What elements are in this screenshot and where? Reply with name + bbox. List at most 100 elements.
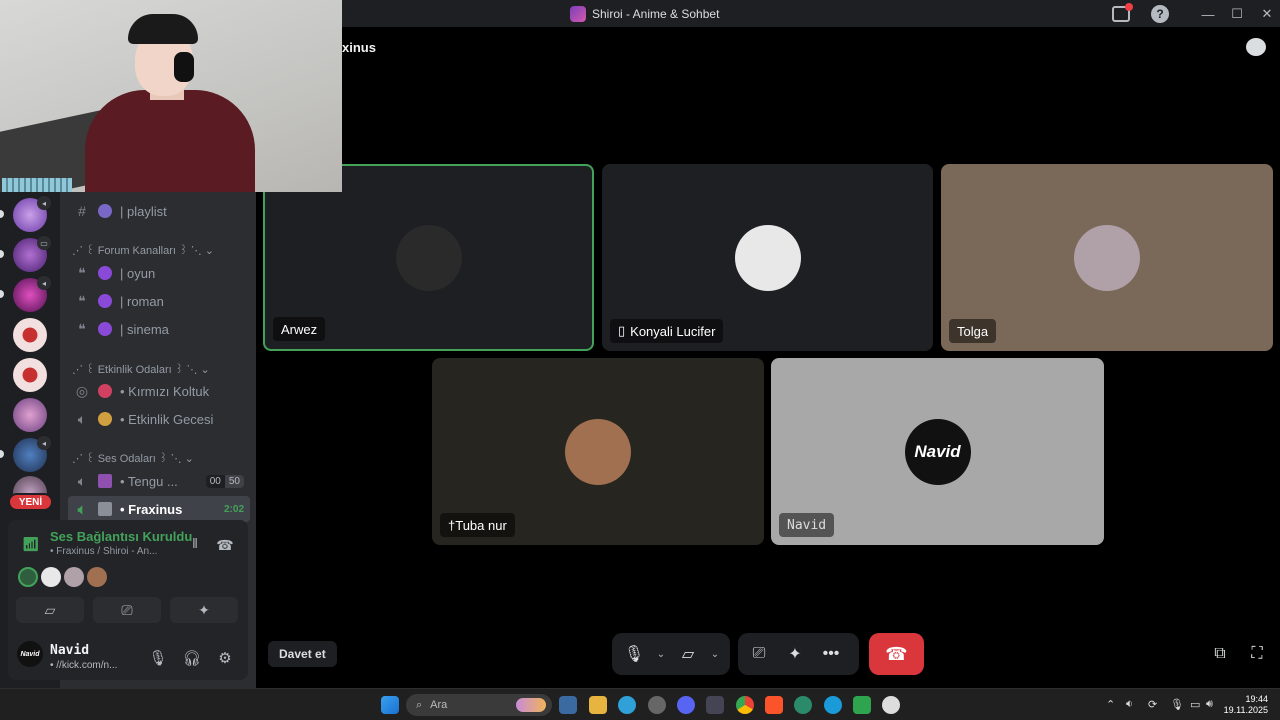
fullscreen-icon[interactable]: ⛶ — [1247, 645, 1267, 663]
disconnect-button[interactable]: ☎ — [869, 633, 924, 675]
gear-icon[interactable]: ⚙ — [215, 648, 235, 668]
clock[interactable]: 19:44 19.11.2025 — [1212, 694, 1268, 716]
speaker-icon: 🔈︎ — [77, 472, 87, 489]
speaker-icon: ◂ — [37, 436, 51, 450]
voice-status[interactable]: Ses Bağlantısı Kuruldu — [50, 529, 192, 544]
chrome-icon[interactable] — [736, 696, 754, 714]
voice-location[interactable]: • Fraxinus / Shiroi - An... — [50, 546, 180, 557]
activities-button[interactable]: ✦ — [170, 597, 238, 623]
microphone-button[interactable]: 🎙︎ — [616, 636, 652, 672]
avatar — [395, 224, 462, 291]
folder-icon[interactable] — [589, 696, 607, 714]
channel-oyun[interactable]: ❝ | oyun — [60, 260, 250, 286]
participant-tile[interactable]: Navid Navid — [771, 358, 1104, 545]
camera-off-button[interactable]: ▱ — [16, 597, 84, 623]
more-icon[interactable]: ••• — [813, 636, 849, 672]
channel-roman[interactable]: ❝ | roman — [60, 288, 250, 314]
forum-icon: ❝ — [78, 292, 86, 309]
microphone-icon[interactable]: 🎙︎ — [1170, 698, 1184, 711]
discord-icon[interactable] — [677, 696, 695, 714]
inbox-icon[interactable] — [1112, 3, 1133, 22]
channel-etkinlik-gecesi[interactable]: 🔈︎ • Etkinlik Gecesi — [60, 406, 250, 432]
media-controls: 🎙︎ ⌄ ▱ ⌄ — [612, 633, 730, 675]
app-icon[interactable] — [794, 696, 812, 714]
stage-icon: ◎ — [75, 382, 89, 399]
app-icon[interactable] — [853, 696, 871, 714]
screen-share-button[interactable]: ⎚ — [741, 636, 777, 672]
chevron-down-icon: ⌄ — [200, 364, 210, 376]
avatar[interactable] — [18, 567, 38, 587]
headphones-icon[interactable]: 🎧︎ — [182, 648, 202, 668]
participant-tile[interactable]: ▯ Konyali Lucifer — [602, 164, 933, 351]
server-icon[interactable]: ◂ — [13, 436, 51, 472]
server-logo-icon — [570, 6, 586, 22]
maximize-button[interactable]: ☐ — [1228, 5, 1246, 23]
search-input[interactable]: ⌕ Ara — [406, 694, 552, 716]
disconnect-icon[interactable]: ☎ — [216, 536, 234, 554]
app-icon[interactable] — [706, 696, 724, 714]
participant-name: Arwez — [273, 317, 326, 341]
microphone-icon[interactable]: 🎙︎ — [148, 648, 168, 668]
github-icon[interactable] — [648, 696, 666, 714]
spiral-icon — [98, 322, 112, 336]
server-icon[interactable]: ◂ — [13, 276, 51, 312]
speaker-icon: ◂ — [37, 276, 51, 290]
help-icon[interactable]: ? — [1151, 5, 1169, 23]
edge-icon[interactable] — [618, 696, 636, 714]
category-voice[interactable]: ⋰ ꒰ Ses Odaları ꒱ ⋱ ⌄ — [72, 450, 194, 465]
chevron-down-icon[interactable]: ⌄ — [706, 636, 724, 672]
participant-tile[interactable]: †Tuba nur — [432, 358, 764, 545]
category-events[interactable]: ⋰ ꒰ Etkinlik Odaları ꒱ ⋱ ⌄ — [72, 361, 210, 376]
channel-emoji-icon — [98, 474, 112, 488]
camera-off-button[interactable]: ▱ — [670, 636, 706, 672]
voice-connection-panel: 📶︎ Ses Bağlantısı Kuruldu • Fraxinus / S… — [8, 520, 248, 680]
server-icon[interactable] — [13, 358, 47, 392]
volume-icon[interactable]: 🔉︎ — [1126, 698, 1133, 711]
chat-icon[interactable] — [1246, 38, 1266, 56]
channel-fraxinus[interactable]: 🔈︎ • Fraxinus 2:02 — [68, 496, 250, 522]
spiral-icon — [98, 266, 112, 280]
participant-tile[interactable]: Arwez — [263, 164, 594, 351]
server-icon[interactable]: ◂ — [13, 196, 51, 232]
channel-sinema[interactable]: ❝ | sinema — [60, 316, 250, 342]
category-forum[interactable]: ⋰ ꒰ Forum Kanalları ꒱ ⋱ ⌄ — [72, 242, 214, 257]
window-title-text: Shiroi - Anime & Sohbet — [592, 7, 720, 21]
minimize-button[interactable]: — — [1199, 5, 1217, 23]
channel-title: xinus — [342, 40, 376, 55]
window-title: Shiroi - Anime & Sohbet — [570, 6, 719, 22]
avatar[interactable]: Navid — [17, 641, 43, 667]
server-icon[interactable]: ▭ — [13, 236, 51, 272]
avatar[interactable] — [87, 567, 107, 587]
pop-out-icon[interactable]: ⧉ — [1210, 645, 1230, 663]
avatar[interactable] — [64, 567, 84, 587]
speaker-icon: ◂ — [37, 196, 51, 210]
obs-icon[interactable] — [882, 696, 900, 714]
chevron-down-icon[interactable]: ⌄ — [652, 636, 670, 672]
brave-icon[interactable] — [765, 696, 783, 714]
noise-suppression-icon[interactable]: 𝍪 — [186, 535, 204, 554]
edge-icon[interactable] — [824, 696, 842, 714]
user-name[interactable]: Navid — [50, 643, 89, 658]
chevron-up-icon[interactable]: ⌃ — [1106, 698, 1115, 711]
channel-tengu[interactable]: 🔈︎ • Tengu ... 00 50 — [60, 468, 250, 494]
sync-icon[interactable]: ⟳ — [1148, 698, 1157, 711]
channel-kirmizi-koltuk[interactable]: ◎ • Kırmızı Koltuk — [60, 378, 250, 404]
steam-icon[interactable] — [559, 696, 577, 714]
avatar[interactable] — [41, 567, 61, 587]
party-icon — [98, 412, 112, 426]
server-icon[interactable] — [13, 398, 47, 432]
activities-button[interactable]: ✦ — [777, 636, 813, 672]
new-badge[interactable]: YENİ — [8, 493, 53, 511]
screen-share-button[interactable]: ⎚ — [93, 597, 161, 623]
server-icon[interactable] — [13, 318, 47, 352]
avatar — [565, 418, 631, 485]
invite-button[interactable]: Davet et — [268, 641, 337, 667]
display-icon[interactable]: ▭ — [1190, 698, 1200, 711]
channel-playlist[interactable]: # | playlist — [60, 198, 250, 224]
chevron-down-icon: ⌄ — [184, 453, 194, 465]
close-button[interactable]: ✕ — [1258, 5, 1276, 23]
signal-icon[interactable]: 📶︎ — [22, 536, 40, 552]
start-icon[interactable] — [381, 696, 399, 714]
mobile-icon: ▯ — [618, 323, 626, 338]
participant-tile[interactable]: Tolga — [941, 164, 1273, 351]
